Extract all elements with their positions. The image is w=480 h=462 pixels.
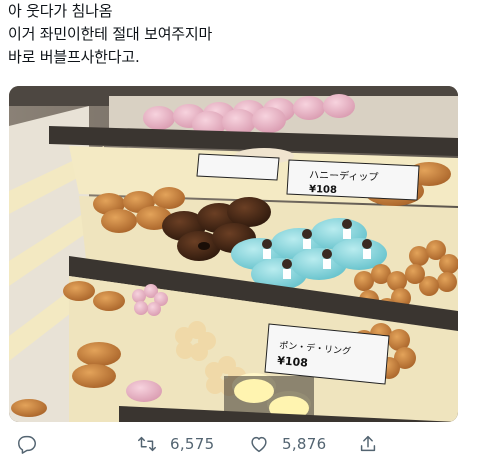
- heart-icon: [251, 436, 267, 453]
- reply-button[interactable]: [16, 430, 38, 458]
- tweet-action-bar: 6,575 5,876: [0, 430, 480, 458]
- tweet-line-2: 이거 좌민이한테 절대 보여주지마: [8, 25, 213, 43]
- like-count: 5,876: [282, 435, 327, 453]
- price-value-1: ¥108: [309, 184, 337, 196]
- reply-icon: [18, 435, 36, 454]
- tweet-line-3: 바로 버블프사한다고.: [8, 48, 140, 66]
- donut-display-photo: ハニーディップ ¥108 ポン・デ・リング ¥108: [9, 86, 458, 422]
- share-icon: [360, 435, 376, 452]
- retweet-button[interactable]: 6,575: [136, 430, 214, 458]
- like-button[interactable]: 5,876: [248, 430, 326, 458]
- tweet-text: 아 웃다가 침나옴 이거 좌민이한테 절대 보여주지마 바로 버블프사한다고.: [8, 0, 472, 69]
- retweet-count: 6,575: [170, 435, 215, 453]
- tweet-photo[interactable]: ハニーディップ ¥108 ポン・デ・リング ¥108: [9, 86, 458, 422]
- tweet-line-1: 아 웃다가 침나옴: [8, 2, 113, 20]
- share-button[interactable]: [357, 430, 379, 458]
- retweet-icon: [138, 436, 156, 452]
- price-value-2: ¥108: [277, 354, 309, 370]
